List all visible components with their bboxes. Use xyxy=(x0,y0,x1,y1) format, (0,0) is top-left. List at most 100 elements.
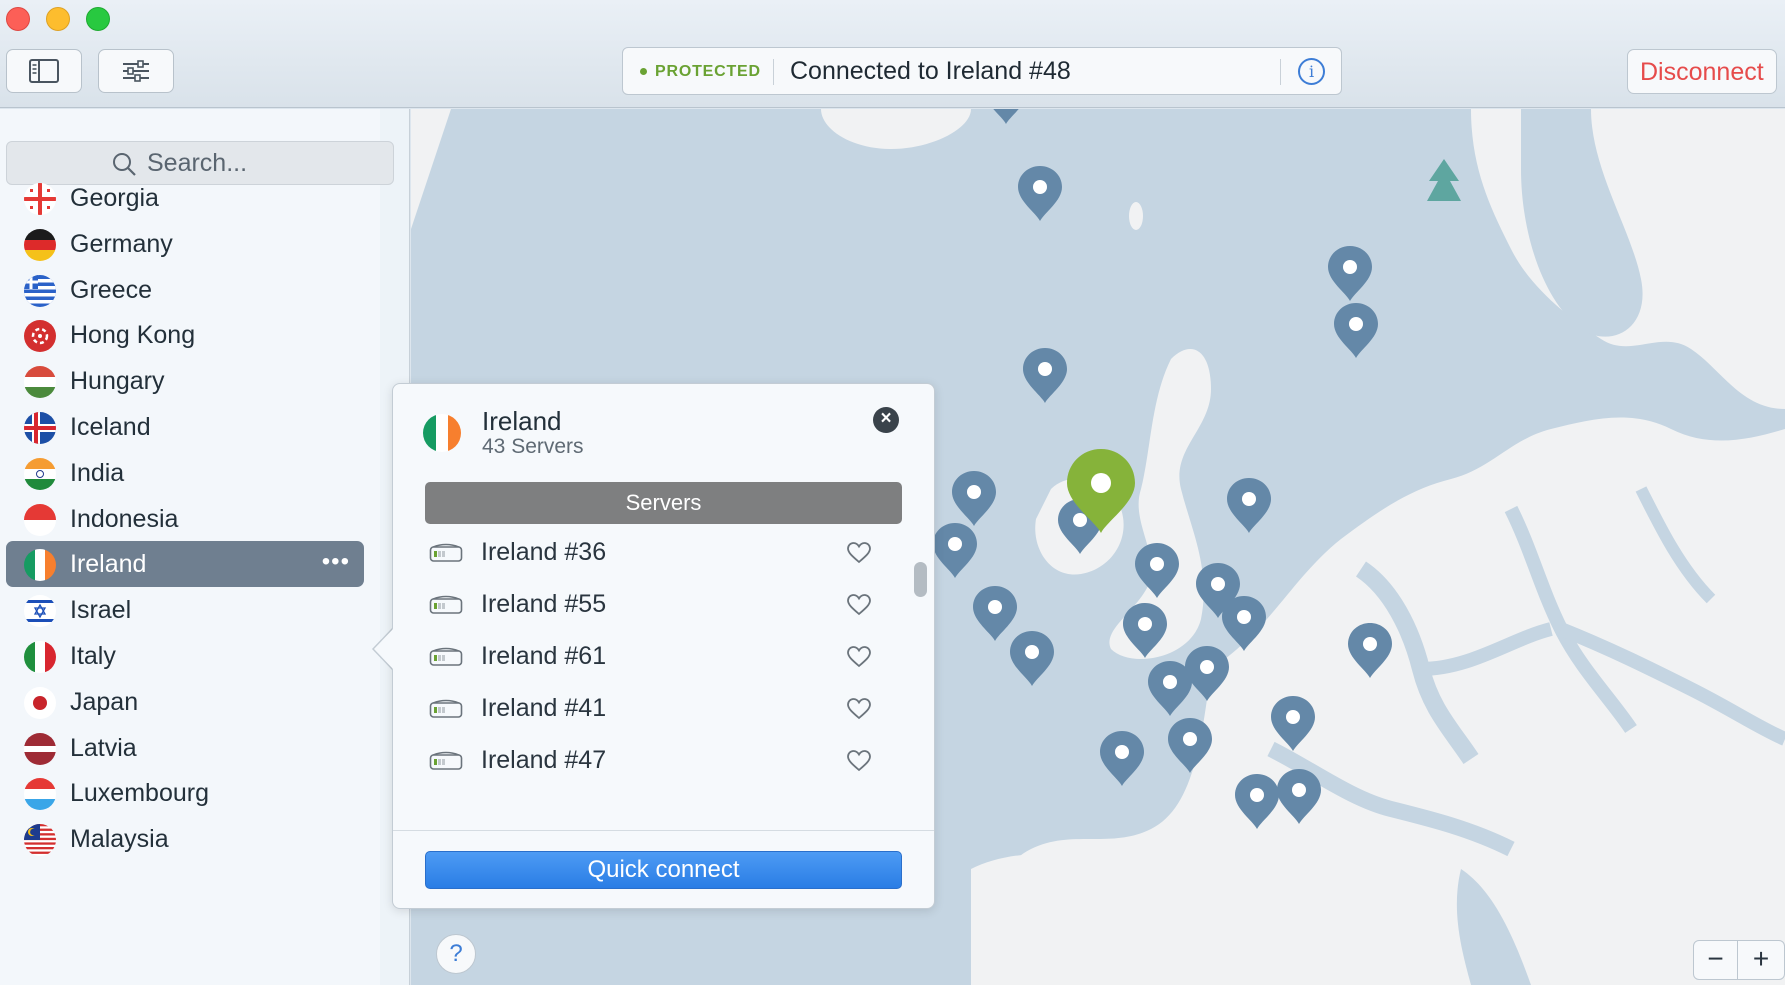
hong-kong-flag-icon xyxy=(24,320,56,353)
server-row[interactable]: Ireland #36 xyxy=(393,529,913,581)
sidebar-icon xyxy=(29,59,59,83)
sidebar-item-latvia[interactable]: Latvia xyxy=(6,725,364,771)
hungary-flag-icon xyxy=(24,366,56,399)
server-row[interactable]: Ireland #41 xyxy=(393,685,913,737)
server-location-pin[interactable] xyxy=(1330,300,1382,360)
server-location-pin[interactable] xyxy=(1131,540,1183,600)
server-name: Ireland #47 xyxy=(481,746,607,774)
zoom-window-button[interactable] xyxy=(86,7,110,31)
greece-flag-icon xyxy=(24,274,56,307)
sidebar-item-georgia[interactable]: Georgia xyxy=(6,175,364,221)
sidebar-item-hong-kong[interactable]: Hong Kong xyxy=(6,312,364,358)
sidebar-item-label: Japan xyxy=(70,687,139,716)
server-row[interactable]: Ireland #52 xyxy=(393,789,913,796)
indonesia-flag-icon xyxy=(24,503,56,536)
close-window-button[interactable] xyxy=(6,7,30,31)
connected-location-pin[interactable] xyxy=(1063,445,1139,535)
search-input[interactable] xyxy=(147,148,377,178)
sidebar-item-iceland[interactable]: Iceland xyxy=(6,404,364,450)
sidebar-item-label: Malaysia xyxy=(70,825,169,854)
server-row[interactable]: Ireland #47 xyxy=(393,737,913,789)
country-popover: Ireland 43 Servers × Servers Ireland #36… xyxy=(392,383,935,909)
search-icon xyxy=(113,153,136,176)
server-location-pin[interactable] xyxy=(1006,628,1058,688)
server-location-pin[interactable] xyxy=(1273,766,1325,826)
sidebar-item-label: Hong Kong xyxy=(70,321,196,350)
quick-connect-button[interactable]: Quick connect xyxy=(425,851,902,889)
sidebar-item-germany[interactable]: Germany xyxy=(6,221,364,267)
sidebar-item-label: Indonesia xyxy=(70,504,179,533)
georgia-flag-icon xyxy=(24,183,56,215)
popover-country-name: Ireland xyxy=(482,406,562,436)
zoom-out-button[interactable]: − xyxy=(1694,941,1738,979)
zoom-controls: − + xyxy=(1693,940,1785,980)
sidebar-item-label: India xyxy=(70,458,125,487)
heart-icon[interactable] xyxy=(846,645,872,669)
server-list-scrollbar[interactable] xyxy=(914,562,927,597)
sidebar-item-japan[interactable]: Japan xyxy=(6,679,364,725)
server-load-icon xyxy=(429,751,463,770)
server-location-pin[interactable] xyxy=(1014,163,1066,223)
server-load-icon xyxy=(429,699,463,718)
server-location-pin[interactable] xyxy=(1267,693,1319,753)
sidebar-item-label: Georgia xyxy=(70,184,159,212)
sidebar-item-italy[interactable]: Italy xyxy=(6,633,364,679)
israel-flag-icon xyxy=(24,595,56,628)
server-location-pin[interactable] xyxy=(1218,593,1270,653)
title-bar: PROTECTED Connected to Ireland #48 i Dis… xyxy=(0,0,1785,108)
server-load-icon xyxy=(429,543,463,562)
sidebar-item-greece[interactable]: Greece xyxy=(6,267,364,313)
sidebar-item-luxembourg[interactable]: Luxembourg xyxy=(6,770,364,816)
server-location-pin[interactable] xyxy=(1344,620,1396,680)
heart-icon[interactable] xyxy=(846,697,872,721)
luxembourg-flag-icon xyxy=(24,778,56,811)
disconnect-button[interactable]: Disconnect xyxy=(1627,49,1777,94)
more-options-button[interactable]: ••• xyxy=(322,548,350,576)
country-list-panel[interactable]: Georgia Germany Greece Hong Kong Hungary Icel… xyxy=(0,109,394,985)
latvia-flag-icon xyxy=(24,732,56,765)
sidebar-item-label: Israel xyxy=(70,596,132,625)
sidebar-item-hungary[interactable]: Hungary xyxy=(6,358,364,404)
sidebar-item-label: Luxembourg xyxy=(70,779,209,808)
connection-status-text: Connected to Ireland #48 xyxy=(790,57,1071,85)
server-location-pin[interactable] xyxy=(1223,475,1275,535)
heart-icon[interactable] xyxy=(846,593,872,617)
filters-button[interactable] xyxy=(98,49,174,93)
sidebar-toggle-button[interactable] xyxy=(6,49,82,93)
sidebar-item-malaysia[interactable]: Malaysia xyxy=(6,816,364,862)
heart-icon[interactable] xyxy=(846,541,872,565)
server-location-pin[interactable] xyxy=(948,468,1000,528)
ireland-flag-icon xyxy=(423,414,461,452)
popover-close-button[interactable]: × xyxy=(873,407,899,433)
heart-icon[interactable] xyxy=(846,749,872,773)
sidebar-item-label: Hungary xyxy=(70,367,165,396)
sidebar-item-indonesia[interactable]: Indonesia xyxy=(6,496,364,542)
close-icon: × xyxy=(880,408,892,429)
tab-servers[interactable]: Servers xyxy=(425,482,902,524)
sidebar-item-ireland[interactable]: Ireland ••• xyxy=(6,541,364,588)
server-location-pin[interactable] xyxy=(929,520,981,580)
sidebar-item-india[interactable]: India xyxy=(6,450,364,496)
server-list[interactable]: Ireland #36 Ireland #55 Ireland #61 Ireland… xyxy=(393,529,913,796)
server-row[interactable]: Ireland #61 xyxy=(393,633,913,685)
connection-status-bar: PROTECTED Connected to Ireland #48 i xyxy=(622,47,1342,95)
protected-label: PROTECTED xyxy=(655,63,761,80)
info-button[interactable]: i xyxy=(1298,58,1325,85)
server-location-pin[interactable] xyxy=(1164,715,1216,775)
zoom-in-button[interactable]: + xyxy=(1739,941,1783,979)
minimize-window-button[interactable] xyxy=(46,7,70,31)
india-flag-icon xyxy=(24,457,56,490)
server-row[interactable]: Ireland #55 xyxy=(393,581,913,633)
server-name: Ireland #41 xyxy=(481,694,607,722)
server-location-pin[interactable] xyxy=(1119,600,1171,660)
help-button[interactable]: ? xyxy=(436,934,476,974)
sidebar-item-label: Latvia xyxy=(70,733,137,762)
sidebar-item-israel[interactable]: Israel xyxy=(6,587,364,633)
server-location-pin[interactable] xyxy=(980,109,1032,126)
server-load-icon xyxy=(429,647,463,666)
ireland-flag-icon xyxy=(24,549,56,582)
server-location-pin[interactable] xyxy=(1324,243,1376,303)
server-location-pin[interactable] xyxy=(1096,728,1148,788)
server-location-pin[interactable] xyxy=(1019,345,1071,405)
sidebar-item-label: Ireland xyxy=(70,550,147,579)
